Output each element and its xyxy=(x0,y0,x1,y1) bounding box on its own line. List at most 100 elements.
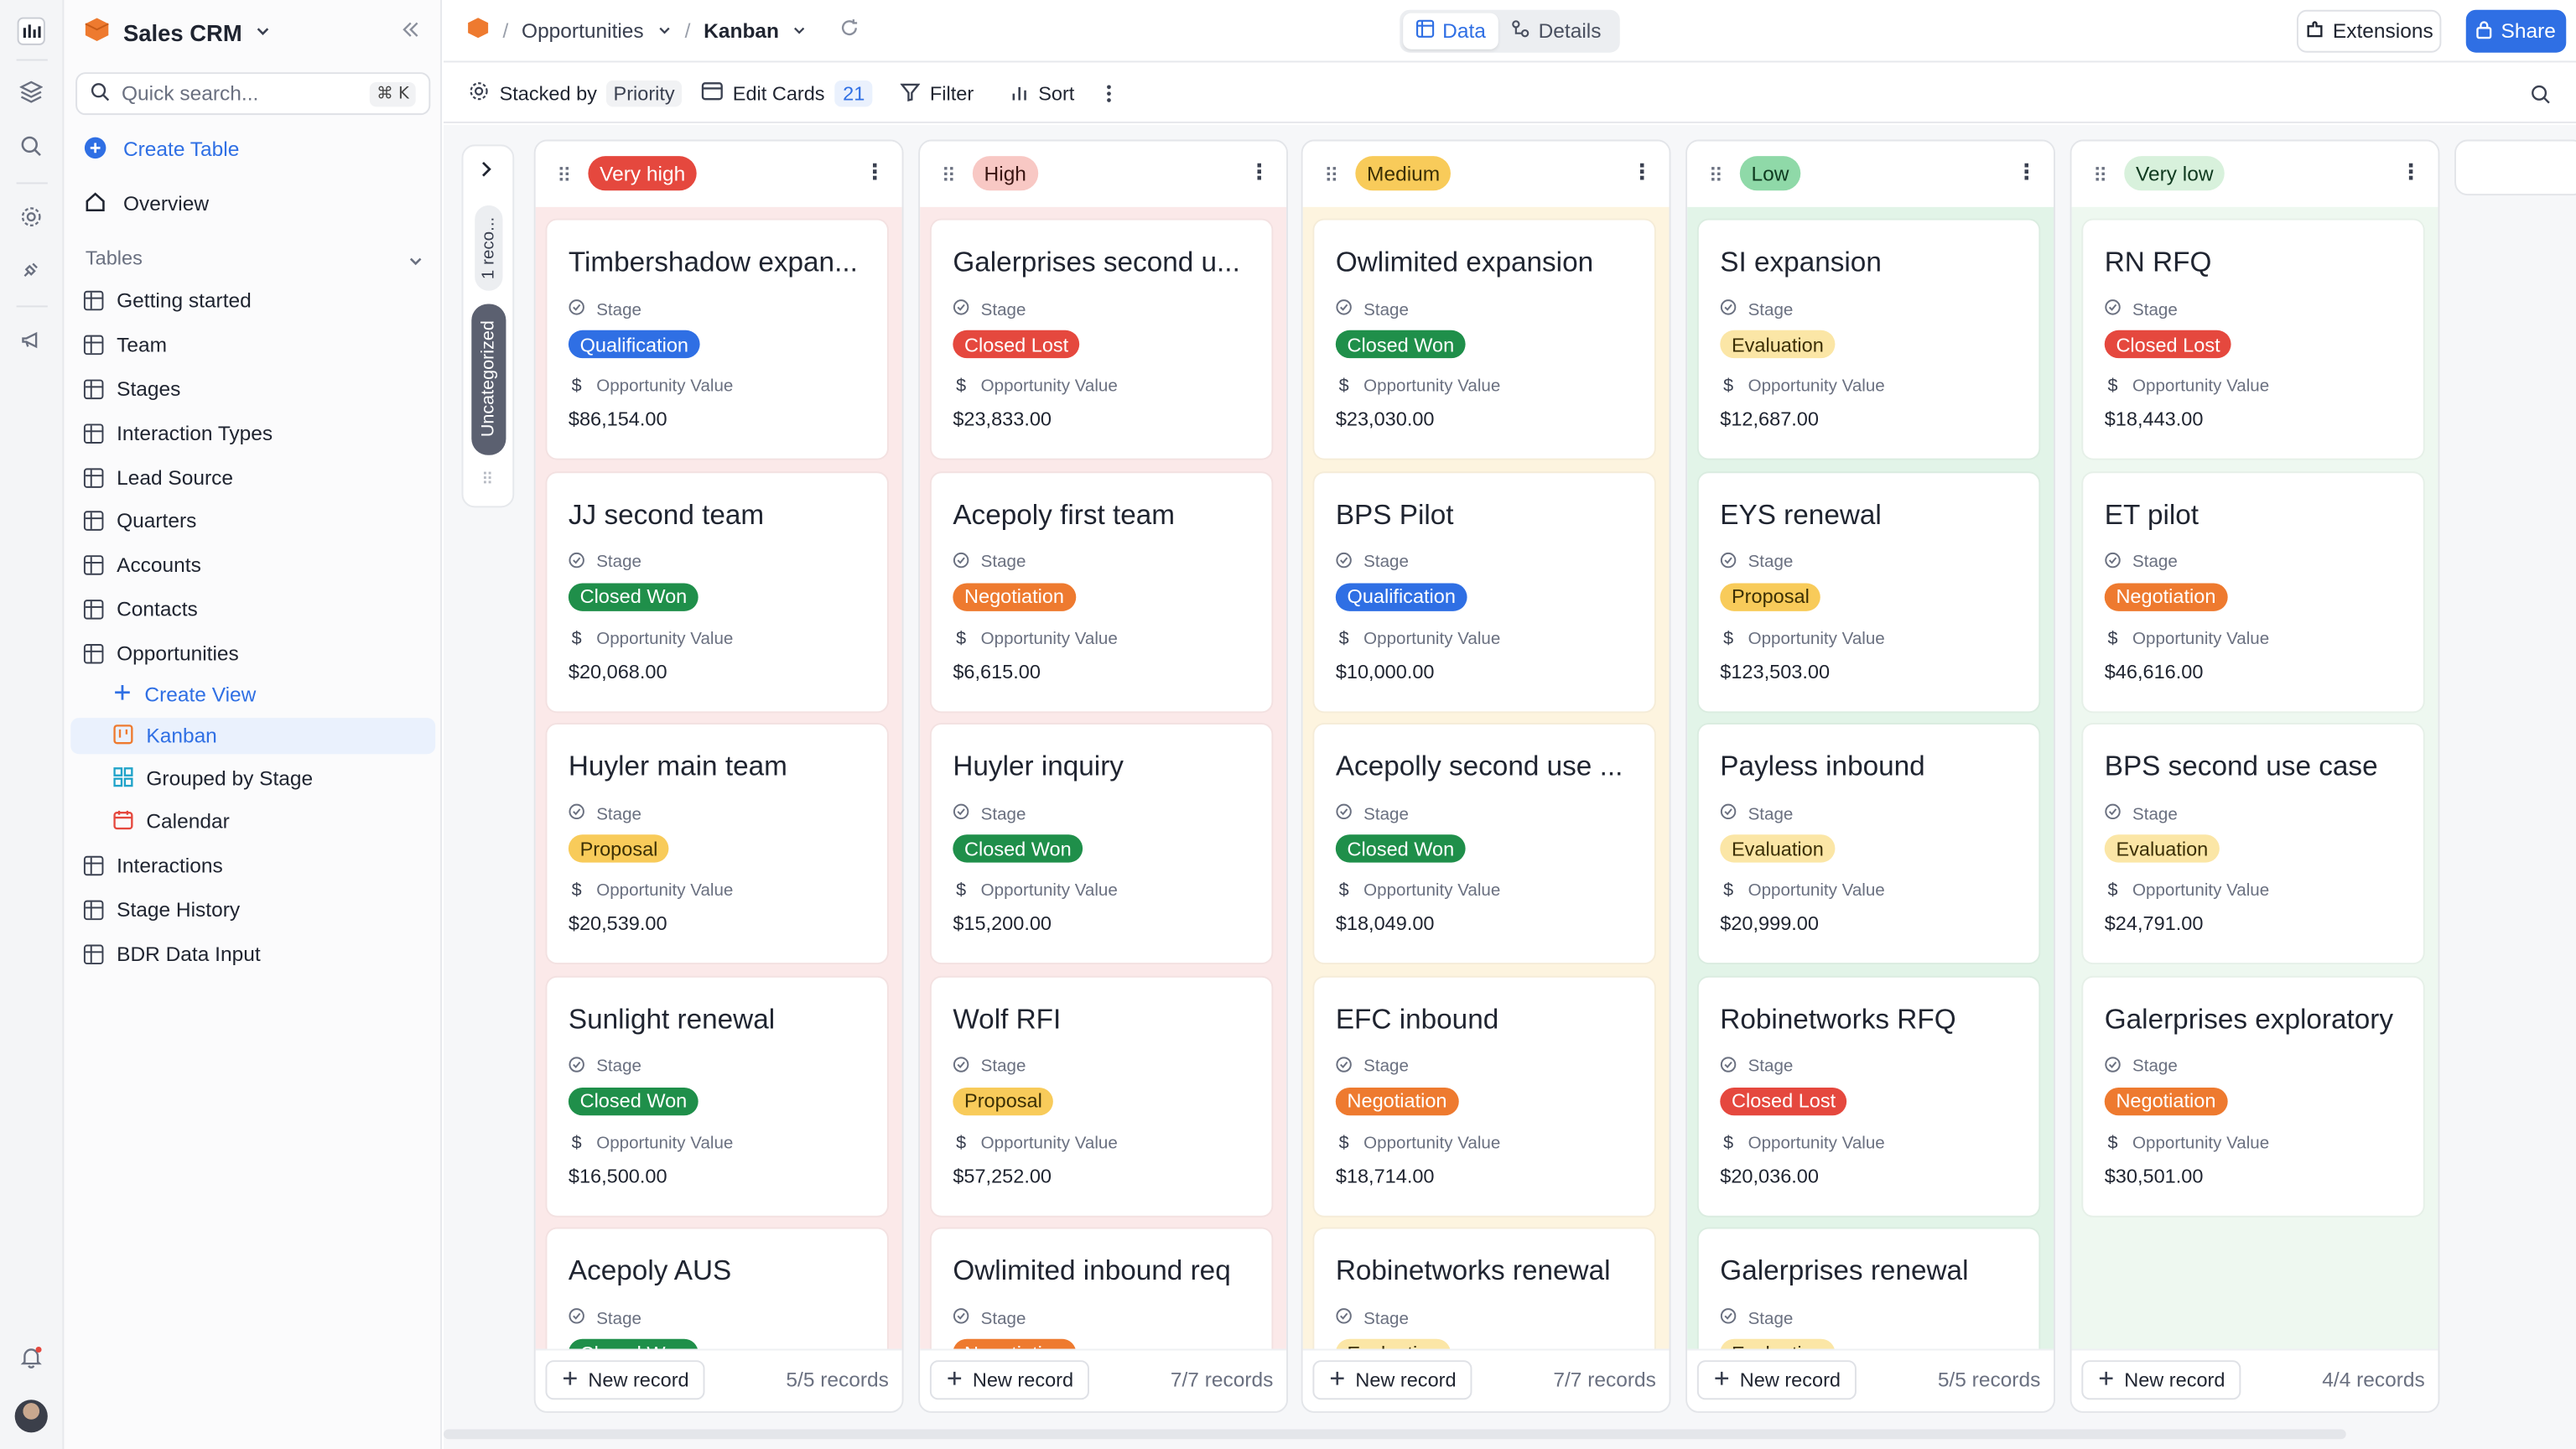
layers-icon[interactable] xyxy=(15,75,48,108)
opportunity-card[interactable]: RN RFQ Stage Closed Lost $ Opportunity Value… xyxy=(2083,220,2423,459)
sidebar-table-lead-source[interactable]: Lead Source xyxy=(83,459,435,498)
new-record-button[interactable]: New record xyxy=(2081,1360,2242,1400)
sidebar-table-bdr-data-input[interactable]: BDR Data Input xyxy=(83,935,435,974)
create-view-button[interactable]: Create View xyxy=(70,677,435,713)
opportunity-card[interactable]: SI expansion Stage Evaluation $ Opportunity … xyxy=(1698,220,2039,459)
collapse-sidebar-icon[interactable] xyxy=(401,18,421,48)
stage-icon xyxy=(1336,1056,1353,1077)
opportunity-card[interactable]: Acepoly first team Stage Negotiation $ Oppor… xyxy=(931,472,1272,711)
sidebar-table-quarters[interactable]: Quarters xyxy=(83,501,435,541)
drag-handle-icon[interactable]: ⠿ xyxy=(481,471,493,490)
opportunity-card[interactable]: Galerprises exploratory Stage Negotiation $… xyxy=(2083,976,2423,1215)
more-options-icon[interactable] xyxy=(1106,80,1113,106)
column-menu-icon[interactable]: ⋮ xyxy=(865,159,886,185)
extensions-button[interactable]: Extensions xyxy=(2296,9,2442,53)
chevron-down-icon[interactable] xyxy=(408,248,424,278)
quick-search-input[interactable]: Quick search... ⌘ K xyxy=(75,72,431,116)
opportunity-card[interactable]: Sunlight renewal Stage Closed Won $ Opportun… xyxy=(547,976,887,1215)
chevron-down-icon[interactable] xyxy=(792,19,808,42)
filter-button[interactable]: Filter xyxy=(900,80,974,106)
opportunity-card[interactable]: EYS renewal Stage Proposal $ Opportunity Val… xyxy=(1698,472,2039,711)
dollar-icon: $ xyxy=(1723,880,1734,901)
chevron-down-icon[interactable] xyxy=(657,19,672,42)
drag-handle-icon[interactable]: ⠿ xyxy=(1324,164,1338,187)
stage-badge: Closed Lost xyxy=(2104,330,2232,359)
kanban-column: ⠿ High ⋮ Galerprises second u... Stage Closed… xyxy=(918,139,1289,1413)
column-menu-icon[interactable]: ⋮ xyxy=(1249,159,1270,185)
opportunity-card[interactable]: Robinetworks RFQ Stage Closed Lost $ Opportu… xyxy=(1698,976,2039,1215)
gear-icon[interactable] xyxy=(15,200,48,233)
opportunity-card[interactable]: Huyler inquiry Stage Closed Won $ Opportunit… xyxy=(931,724,1272,963)
workspace-logo-icon xyxy=(84,16,110,50)
opportunity-card[interactable]: Timbershadow expan... Stage Qualification $… xyxy=(547,220,887,459)
opportunity-card[interactable]: Owlimited expansion Stage Closed Won $ Oppor… xyxy=(1314,220,1654,459)
opportunity-card[interactable]: Wolf RFI Stage Proposal $ Opportunity Value $… xyxy=(931,976,1272,1215)
sort-button[interactable]: Sort xyxy=(1010,80,1074,106)
opportunity-card[interactable]: Owlimited inbound reqStageNegotiation$Op… xyxy=(931,1228,1272,1353)
opportunity-card[interactable]: BPS Pilot Stage Qualification $ Opportunity … xyxy=(1314,472,1654,711)
opportunity-value: $18,049.00 xyxy=(1335,911,1435,935)
opportunity-card[interactable]: Acepolly second use ... Stage Closed Won $ O… xyxy=(1314,724,1654,963)
app-logo-icon[interactable] xyxy=(15,15,48,48)
search-icon[interactable] xyxy=(15,130,48,163)
overview-item[interactable]: Overview xyxy=(84,185,209,221)
sidebar-table-team[interactable]: Team xyxy=(83,325,435,365)
sidebar-table-getting-started[interactable]: Getting started xyxy=(83,281,435,320)
opportunity-card[interactable]: Acepoly AUSStageClosed Won$Opportunity V… xyxy=(547,1228,887,1353)
stacked-by-button[interactable]: Stacked by Priority xyxy=(468,80,682,107)
stage-field-label: Stage xyxy=(569,1056,641,1077)
details-tab[interactable]: Details xyxy=(1499,13,1615,49)
breadcrumb-table[interactable]: Opportunities xyxy=(522,19,644,42)
column-menu-icon[interactable]: ⋮ xyxy=(2400,159,2421,185)
opportunity-value: $24,791.00 xyxy=(2104,911,2204,935)
opportunity-card[interactable]: Galerprises second u... Stage Closed Lost $… xyxy=(931,220,1272,459)
drag-handle-icon[interactable]: ⠿ xyxy=(942,164,956,187)
opportunity-card[interactable]: Robinetworks renewalStageEvaluation$Oppo… xyxy=(1314,1228,1654,1353)
opportunity-card[interactable]: BPS second use case Stage Evaluation $ Oppor… xyxy=(2083,724,2423,963)
new-record-button[interactable]: New record xyxy=(1312,1360,1473,1400)
opportunity-value: $23,030.00 xyxy=(1335,407,1435,431)
opportunity-card[interactable]: Huyler main team Stage Proposal $ Opportunit… xyxy=(547,724,887,963)
column-menu-icon[interactable]: ⋮ xyxy=(2016,159,2037,185)
refresh-icon[interactable] xyxy=(839,18,860,43)
opportunity-card[interactable]: EFC inbound Stage Negotiation $ Opportunity … xyxy=(1314,976,1654,1215)
sidebar-table-interaction-types[interactable]: Interaction Types xyxy=(83,414,435,454)
search-icon[interactable] xyxy=(2530,80,2551,106)
workspace-switcher[interactable]: Sales CRM xyxy=(84,15,272,51)
user-avatar[interactable] xyxy=(14,1400,48,1433)
drag-handle-icon[interactable]: ⠿ xyxy=(1709,164,1723,187)
sidebar-view-kanban[interactable]: Kanban xyxy=(70,718,436,755)
sidebar-view-calendar[interactable]: Calendar xyxy=(70,803,435,839)
breadcrumb-view[interactable]: Kanban xyxy=(704,19,779,42)
create-table-button[interactable]: Create Table xyxy=(84,132,239,168)
sidebar-table-stages[interactable]: Stages xyxy=(83,370,435,409)
drag-handle-icon[interactable]: ⠿ xyxy=(557,164,571,187)
new-record-button[interactable]: New record xyxy=(1696,1360,1857,1400)
sidebar-table-stage-history[interactable]: Stage History xyxy=(83,891,435,930)
opportunity-card[interactable]: Payless inbound Stage Evaluation $ Opportuni… xyxy=(1698,724,2039,963)
new-record-button[interactable]: New record xyxy=(929,1360,1090,1400)
sidebar-view-grouped-by-stage[interactable]: Grouped by Stage xyxy=(70,761,435,797)
notification-bell-icon[interactable] xyxy=(15,1341,48,1374)
expand-chevron-icon[interactable] xyxy=(480,161,493,182)
horizontal-scrollbar[interactable] xyxy=(443,1429,2346,1440)
sidebar-table-opportunities[interactable]: Opportunities xyxy=(83,634,435,673)
drag-handle-icon[interactable]: ⠿ xyxy=(2093,164,2107,187)
uncategorized-column[interactable]: 1 reco... Uncategorized ⠿ xyxy=(461,144,515,508)
sidebar-table-accounts[interactable]: Accounts xyxy=(83,545,435,584)
opportunity-card[interactable]: JJ second team Stage Closed Won $ Opportunit… xyxy=(547,472,887,711)
opportunity-card[interactable]: ET pilot Stage Negotiation $ Opportunity Val… xyxy=(2083,472,2423,711)
column-menu-icon[interactable]: ⋮ xyxy=(1631,159,1652,185)
sidebar-table-contacts[interactable]: Contacts xyxy=(83,589,435,629)
stacked-by-label: Stacked by xyxy=(499,81,597,106)
dollar-icon: $ xyxy=(1723,1132,1734,1153)
edit-cards-button[interactable]: Edit Cards 21 xyxy=(701,80,874,107)
megaphone-icon[interactable] xyxy=(15,324,48,356)
sidebar-table-interactions[interactable]: Interactions xyxy=(83,846,435,886)
card-title: Huyler main team xyxy=(568,750,787,782)
share-button[interactable]: Share xyxy=(2465,9,2567,53)
new-record-button[interactable]: New record xyxy=(545,1360,706,1400)
opportunity-card[interactable]: Galerprises renewalStageEvaluation$Oppor… xyxy=(1698,1228,2039,1353)
data-tab[interactable]: Data xyxy=(1403,13,1499,49)
plug-icon[interactable] xyxy=(15,253,48,286)
